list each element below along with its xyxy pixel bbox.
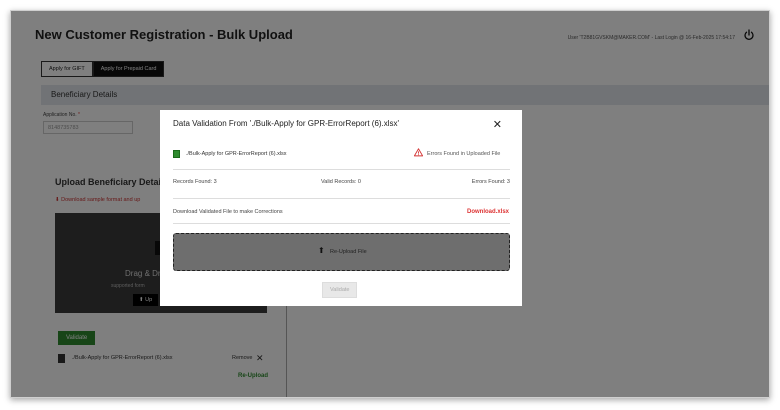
divider <box>173 169 510 170</box>
excel-file-icon <box>173 150 180 158</box>
modal-file-name: ./Bulk-Apply for GPR-ErrorReport (6).xls… <box>186 151 287 157</box>
app-window: New Customer Registration - Bulk Upload … <box>10 10 770 398</box>
modal-title: Data Validation From './Bulk-Apply for G… <box>173 119 400 128</box>
valid-records: Valid Records: 0 <box>321 179 361 185</box>
divider <box>173 223 510 224</box>
reupload-drop-zone[interactable]: ⬆ Re-Upload File <box>173 233 510 271</box>
download-validated-label: Download Validated File to make Correcti… <box>173 209 283 215</box>
warning-icon <box>414 148 423 157</box>
records-found: Records Found: 3 <box>173 179 217 185</box>
close-icon[interactable]: ✕ <box>493 118 502 131</box>
download-xlsx-link[interactable]: Download.xlsx <box>467 209 509 215</box>
data-validation-modal: Data Validation From './Bulk-Apply for G… <box>160 110 522 306</box>
modal-validate-button[interactable]: Validate <box>322 282 358 298</box>
upload-icon: ⬆ <box>318 246 325 255</box>
errors-found-message: Errors Found in Uploaded File <box>427 151 501 157</box>
divider <box>173 198 510 199</box>
errors-found-count: Errors Found: 3 <box>471 179 510 185</box>
reupload-file-text: Re-Upload File <box>330 249 367 255</box>
